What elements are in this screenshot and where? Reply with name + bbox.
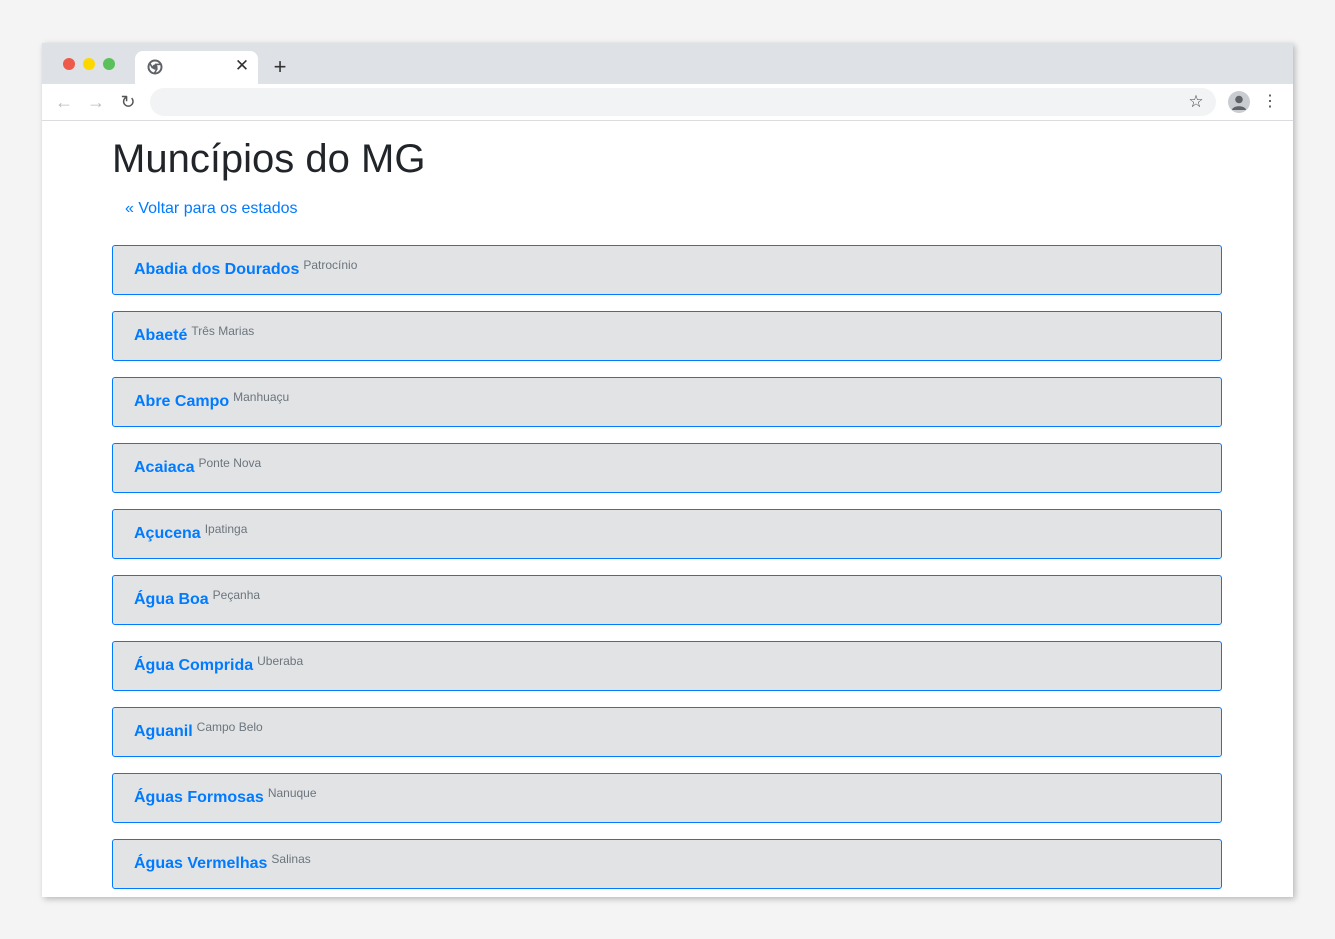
- municipio-name[interactable]: Água Comprida Uberaba: [134, 654, 304, 676]
- list-item[interactable]: Açucena Ipatinga: [112, 509, 1222, 559]
- list-item[interactable]: Água Comprida Uberaba: [112, 641, 1222, 691]
- list-item[interactable]: Abre Campo Manhuaçu: [112, 377, 1222, 427]
- list-item[interactable]: Abaeté Três Marias: [112, 311, 1222, 361]
- list-item[interactable]: Água Boa Peçanha: [112, 575, 1222, 625]
- star-icon[interactable]: ☆: [1186, 92, 1206, 112]
- municipio-region: Campo Belo: [196, 720, 263, 734]
- reload-icon[interactable]: ↻: [118, 92, 138, 112]
- chrome-icon: [147, 59, 163, 75]
- browser-window: ✕ + ← → ↻ ☆ ⋮ Muncípios do MG « Voltar p…: [42, 43, 1293, 897]
- municipio-region: Uberaba: [257, 654, 304, 668]
- municipio-name[interactable]: Águas Formosas Nanuque: [134, 786, 317, 808]
- municipio-name[interactable]: Acaiaca Ponte Nova: [134, 456, 262, 478]
- page-title: Muncípios do MG: [112, 137, 426, 181]
- municipio-region: Três Marias: [191, 324, 255, 338]
- back-to-states-link[interactable]: « Voltar para os estados: [125, 199, 298, 219]
- tab-close-icon[interactable]: ✕: [234, 57, 250, 74]
- municipios-list: Abadia dos Dourados Patrocínio Abaeté Três…: [112, 245, 1222, 897]
- back-arrow-icon[interactable]: ←: [54, 92, 74, 112]
- list-item[interactable]: Águas Formosas Nanuque: [112, 773, 1222, 823]
- list-item[interactable]: Aguanil Campo Belo: [112, 707, 1222, 757]
- municipio-name[interactable]: Abadia dos Dourados Patrocínio: [134, 258, 358, 280]
- municipio-name[interactable]: Água Boa Peçanha: [134, 588, 261, 610]
- municipio-region: Patrocínio: [303, 258, 358, 272]
- municipio-name[interactable]: Abaeté Três Marias: [134, 324, 255, 346]
- profile-icon[interactable]: [1228, 91, 1250, 113]
- forward-arrow-icon[interactable]: →: [86, 92, 106, 112]
- municipio-name[interactable]: Águas Vermelhas Salinas: [134, 852, 311, 874]
- municipio-region: Salinas: [271, 852, 311, 866]
- municipio-region: Ipatinga: [204, 522, 248, 536]
- municipio-name[interactable]: Açucena Ipatinga: [134, 522, 248, 544]
- list-item[interactable]: Abadia dos Dourados Patrocínio: [112, 245, 1222, 295]
- minimize-window-button[interactable]: [83, 58, 95, 70]
- tab-strip: ✕ +: [42, 43, 1293, 84]
- page-content: Muncípios do MG « Voltar para os estados…: [42, 121, 1293, 897]
- more-menu-icon[interactable]: ⋮: [1262, 92, 1278, 112]
- municipio-region: Ponte Nova: [198, 456, 262, 470]
- municipio-name[interactable]: Aguanil Campo Belo: [134, 720, 263, 742]
- municipio-region: Manhuaçu: [233, 390, 290, 404]
- close-window-button[interactable]: [63, 58, 75, 70]
- municipio-region: Nanuque: [267, 786, 317, 800]
- new-tab-button[interactable]: +: [270, 56, 290, 78]
- browser-tab[interactable]: ✕: [135, 51, 258, 84]
- address-bar[interactable]: ☆: [150, 88, 1216, 116]
- browser-toolbar: ← → ↻ ☆ ⋮: [42, 84, 1293, 121]
- list-item[interactable]: Águas Vermelhas Salinas: [112, 839, 1222, 889]
- list-item[interactable]: Acaiaca Ponte Nova: [112, 443, 1222, 493]
- municipio-region: Peçanha: [212, 588, 261, 602]
- municipio-name[interactable]: Abre Campo Manhuaçu: [134, 390, 290, 412]
- maximize-window-button[interactable]: [103, 58, 115, 70]
